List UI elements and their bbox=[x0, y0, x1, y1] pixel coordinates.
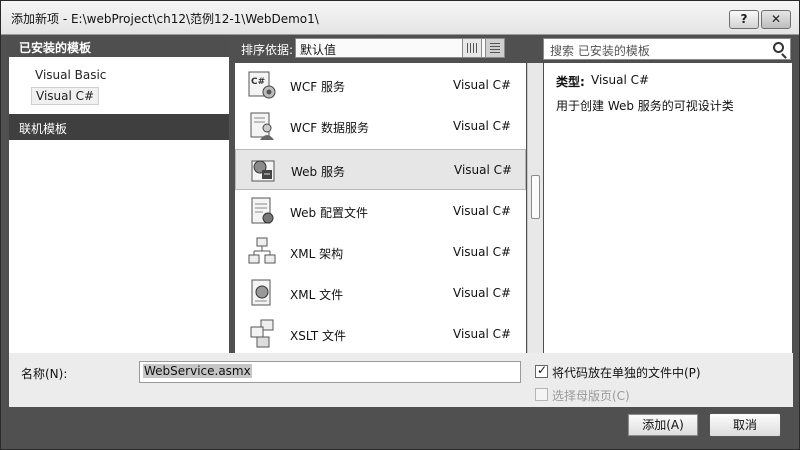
sort-selected-value: 默认值 bbox=[300, 43, 337, 57]
separate-code-label[interactable]: 将代码放在单独的文件中(P) bbox=[552, 364, 701, 381]
xml-schema-icon bbox=[248, 237, 276, 264]
category-visual-basic[interactable]: Visual Basic bbox=[35, 68, 106, 82]
template-row-web-service[interactable]: Web 服务 Visual C# bbox=[235, 149, 526, 190]
window-title: 添加新项 - E:\webProject\ch12\范例12-1\WebDemo… bbox=[11, 12, 319, 26]
template-name: Web 服务 bbox=[291, 165, 345, 179]
search-placeholder: 搜索 已安装的模板 bbox=[550, 44, 650, 58]
template-name: WCF 服务 bbox=[290, 80, 345, 94]
small-icons-view-button[interactable] bbox=[462, 38, 482, 58]
template-list-scrollbar[interactable] bbox=[527, 63, 543, 353]
scrollbar-thumb[interactable] bbox=[531, 175, 540, 219]
template-list: C# WCF 服务 Visual C# WCF 数据服务 Visual C# W… bbox=[235, 63, 526, 353]
web-service-icon bbox=[251, 160, 275, 182]
type-value: Visual C# bbox=[591, 73, 650, 87]
grid-icon bbox=[467, 43, 477, 53]
add-button[interactable]: 添加(A) bbox=[627, 413, 699, 437]
template-type: Visual C# bbox=[453, 119, 512, 133]
template-row-xslt-file[interactable]: XSLT 文件 Visual C# bbox=[235, 314, 526, 353]
template-name: XML 架构 bbox=[290, 247, 344, 261]
name-field-value: WebService.asmx bbox=[143, 364, 252, 378]
template-type: Visual C# bbox=[453, 245, 512, 259]
template-description-pane: 类型: Visual C# 用于创建 Web 服务的可视设计类 bbox=[544, 63, 792, 353]
separate-code-checkbox[interactable] bbox=[535, 363, 548, 378]
template-row-xml-schema[interactable]: XML 架构 Visual C# bbox=[235, 232, 526, 273]
wcf-service-icon: C# bbox=[248, 71, 276, 99]
xml-file-icon bbox=[251, 279, 271, 306]
web-config-icon bbox=[251, 197, 274, 224]
sort-dropdown[interactable]: 默认值 bbox=[295, 38, 488, 58]
name-label: 名称(N): bbox=[21, 367, 68, 381]
master-page-checkbox bbox=[535, 388, 548, 401]
title-bar: 添加新项 - E:\webProject\ch12\范例12-1\WebDemo… bbox=[1, 1, 799, 35]
category-visual-csharp[interactable]: Visual C# bbox=[31, 87, 100, 105]
search-icon[interactable] bbox=[773, 42, 784, 53]
sort-label: 排序依据: bbox=[241, 43, 294, 57]
svg-text:C#: C# bbox=[251, 77, 265, 87]
template-row-wcf-service[interactable]: C# WCF 服务 Visual C# bbox=[235, 65, 526, 106]
close-button[interactable]: ✕ bbox=[761, 10, 791, 29]
template-name: WCF 数据服务 bbox=[290, 121, 369, 135]
type-label: 类型: bbox=[556, 75, 585, 89]
template-name: Web 配置文件 bbox=[290, 206, 368, 220]
template-row-xml-file[interactable]: XML 文件 Visual C# bbox=[235, 273, 526, 314]
template-category-panel: 已安装的模板 Visual Basic Visual C# 联机模板 bbox=[9, 35, 229, 353]
template-name: XSLT 文件 bbox=[290, 329, 347, 343]
description-text: 用于创建 Web 服务的可视设计类 bbox=[556, 99, 734, 113]
installed-templates-header[interactable]: 已安装的模板 bbox=[9, 35, 229, 57]
cancel-button[interactable]: 取消 bbox=[709, 413, 781, 437]
template-name: XML 文件 bbox=[290, 288, 344, 302]
wcf-data-service-icon bbox=[250, 112, 274, 140]
template-row-web-config[interactable]: Web 配置文件 Visual C# bbox=[235, 191, 526, 232]
name-bar: 名称(N): WebService.asmx 将代码放在单独的文件中(P) 选择… bbox=[9, 353, 793, 407]
name-field[interactable]: WebService.asmx bbox=[139, 361, 521, 383]
list-view-button[interactable] bbox=[485, 38, 505, 58]
template-type: Visual C# bbox=[453, 286, 512, 300]
online-templates-header[interactable]: 联机模板 bbox=[9, 114, 229, 140]
template-type: Visual C# bbox=[453, 78, 512, 92]
help-button[interactable]: ? bbox=[729, 10, 759, 29]
template-type: Visual C# bbox=[453, 327, 512, 341]
sort-bar: 排序依据: 默认值 bbox=[235, 35, 535, 61]
list-icon bbox=[490, 43, 500, 53]
template-type: Visual C# bbox=[454, 163, 513, 177]
xslt-file-icon bbox=[250, 319, 274, 348]
add-new-item-dialog: 添加新项 - E:\webProject\ch12\范例12-1\WebDemo… bbox=[0, 0, 800, 450]
master-page-label: 选择母版页(C) bbox=[552, 389, 630, 403]
template-type: Visual C# bbox=[453, 204, 512, 218]
template-row-wcf-data-service[interactable]: WCF 数据服务 Visual C# bbox=[235, 106, 526, 147]
search-input[interactable]: 搜索 已安装的模板 bbox=[543, 38, 791, 60]
